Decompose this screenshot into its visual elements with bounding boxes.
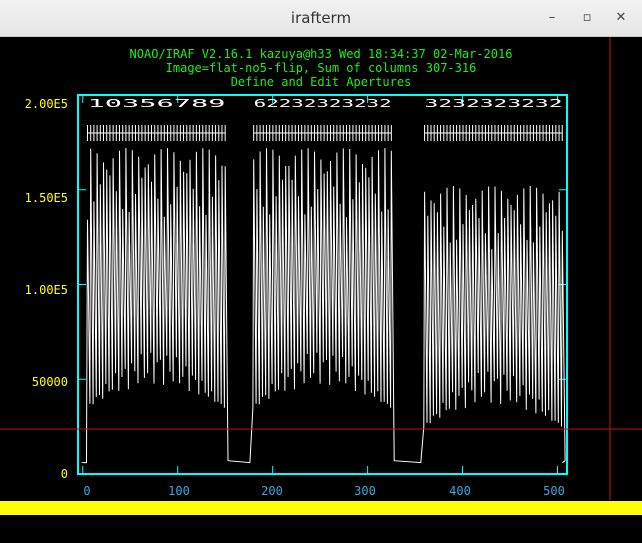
aperture-label: 62232323232 [254,97,392,110]
status-bar: aperture = 1 beam = 1 center = 497.05 lo… [0,501,642,529]
irafterm-window: irafterm – ▫ ✕ NOAO/IRAF V2.16.1 kazuya@… [0,0,642,529]
aperture-label: 10356789 [87,97,225,110]
aperture-label: 3232323232 [425,97,563,110]
spectrum-trace [80,148,566,464]
status-text: aperture = 1 beam = 1 center = 497.05 lo… [24,515,501,529]
spectrum-plot: 10356789 62232323232 3232323232 [0,37,642,500]
